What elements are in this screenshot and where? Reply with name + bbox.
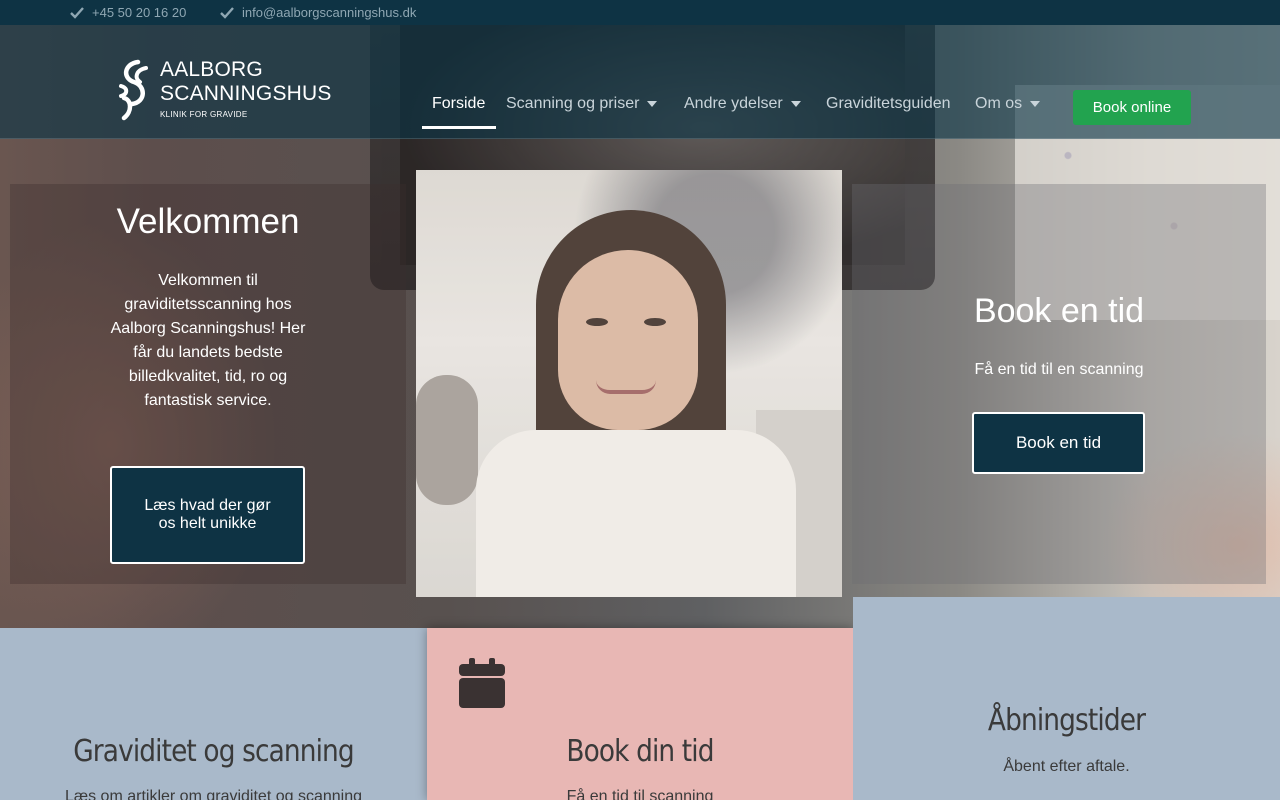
nav-item-forside[interactable]: Forside [432, 95, 485, 113]
phone-number[interactable]: +45 50 20 16 20 [92, 5, 186, 20]
logo-line-2: SCANNINGSHUS [160, 82, 332, 105]
email-contact[interactable]: info@aalborgscanningshus.dk [220, 5, 416, 20]
contact-bar: +45 50 20 16 20 info@aalborgscanningshus… [0, 0, 1280, 25]
nav-item-graviditetsguiden[interactable]: Graviditetsguiden [826, 95, 951, 113]
caret-down-icon [790, 101, 801, 107]
book-panel [852, 184, 1266, 584]
book-heading: Book en tid [973, 292, 1145, 330]
active-nav-indicator [422, 126, 496, 129]
logo-mark-icon [119, 59, 148, 121]
logo-text: AALBORG SCANNINGSHUS KLINIK FOR GRAVIDE [160, 58, 332, 119]
logo-line-1: AALBORG [160, 58, 263, 81]
card-title: Graviditet og scanning [73, 734, 354, 769]
nav-label: Scanning og priser [506, 95, 640, 112]
nav-item-andre-ydelser[interactable]: Andre ydelser [684, 95, 801, 113]
welcome-heading: Velkommen [116, 202, 300, 241]
card-pregnancy-scanning[interactable]: Graviditet og scanning Læs om artikler o… [0, 628, 427, 800]
caret-down-icon [647, 101, 658, 107]
welcome-text: Velkommen til graviditetsscanning hos Aa… [110, 272, 306, 409]
card-book-time[interactable]: Book din tid Få en tid til scanning [427, 628, 853, 800]
phone-contact[interactable]: +45 50 20 16 20 [70, 5, 186, 20]
book-appointment-button[interactable]: Book en tid [972, 412, 1145, 474]
card-title: Åbningstider [987, 703, 1146, 738]
site-logo[interactable]: AALBORG SCANNINGSHUS KLINIK FOR GRAVIDE [118, 58, 332, 122]
nav-label: Andre ydelser [684, 95, 783, 112]
card-text: Læs om artikler om graviditet og scannin… [64, 788, 363, 800]
book-online-button[interactable]: Book online [1073, 90, 1191, 125]
logo-tagline: KLINIK FOR GRAVIDE [160, 110, 248, 119]
nav-item-scanning-og-priser[interactable]: Scanning og priser [506, 95, 658, 113]
nav-label: Forside [432, 95, 486, 112]
card-text: Åbent efter aftale. [1003, 758, 1130, 775]
nav-item-om-os[interactable]: Om os [975, 95, 1041, 113]
read-more-button[interactable]: Læs hvad der gør os helt unikke [110, 466, 305, 564]
calendar-icon [459, 658, 505, 708]
card-text: Få en tid til scanning [566, 788, 714, 800]
nav-label: Om os [975, 95, 1023, 112]
staff-portrait-image [416, 170, 842, 597]
caret-down-icon [1030, 101, 1041, 107]
card-title: Book din tid [566, 734, 714, 769]
book-subtitle: Få en tid til en scanning [974, 361, 1144, 378]
card-opening-hours: Åbningstider Åbent efter aftale. [853, 597, 1280, 800]
nav-label: Graviditetsguiden [826, 95, 951, 112]
check-icon [70, 6, 84, 19]
check-icon [220, 6, 234, 19]
email-address[interactable]: info@aalborgscanningshus.dk [242, 5, 416, 20]
